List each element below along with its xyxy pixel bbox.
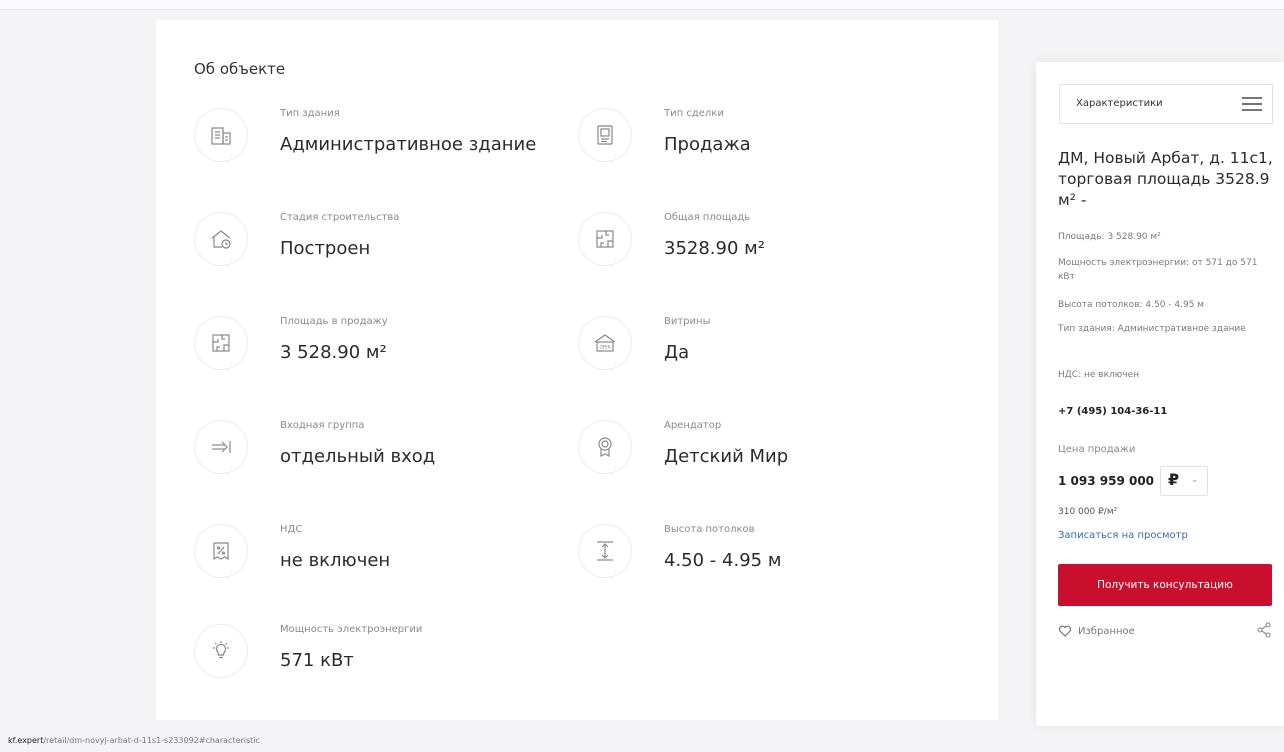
feature-value: Административное здание bbox=[280, 134, 537, 155]
price-label: Цена продажи bbox=[1058, 444, 1136, 455]
share-icon[interactable] bbox=[1256, 622, 1272, 638]
feature-value: 571 кВт bbox=[280, 650, 354, 671]
storefront-open-icon: OPEN bbox=[578, 316, 632, 370]
feature-label: Общая площадь bbox=[664, 212, 751, 223]
light-bulb-icon bbox=[194, 624, 248, 678]
phone-number[interactable]: +7 (495) 104-36-11 bbox=[1058, 406, 1167, 417]
feature-vat: НДС не включен bbox=[194, 524, 554, 594]
feature-ceiling-height: Высота потолков 4.50 - 4.95 м bbox=[578, 524, 938, 594]
feature-power: Мощность электроэнергии 571 кВт bbox=[194, 624, 554, 694]
heart-icon bbox=[1058, 625, 1072, 637]
contract-document-icon bbox=[578, 108, 632, 162]
info-ceiling: Высота потолков: 4.50 - 4.95 м bbox=[1058, 300, 1205, 310]
info-building-type: Тип здания: Административное здание bbox=[1058, 324, 1246, 334]
feature-label: Арендатор bbox=[664, 420, 722, 431]
office-building-icon bbox=[194, 108, 248, 162]
section-title: Об объекте bbox=[194, 60, 286, 78]
status-bar-url: kf.expert/retail/dm-novyj-arbat-d-11s1-s… bbox=[0, 730, 350, 752]
feature-label: Входная группа bbox=[280, 420, 365, 431]
hamburger-menu-icon[interactable] bbox=[1242, 97, 1262, 111]
info-power: Мощность электроэнергии: от 571 до 571 к… bbox=[1058, 258, 1258, 282]
url-host: kf.expert bbox=[8, 736, 44, 745]
feature-entrance: Входная группа отдельный вход bbox=[194, 420, 554, 490]
characteristics-select[interactable]: Характеристики bbox=[1059, 84, 1273, 124]
feature-building-type: Тип здания Административное здание bbox=[194, 108, 554, 178]
feature-storefronts: OPEN Витрины Да bbox=[578, 316, 938, 386]
feature-deal-type: Тип сделки Продажа bbox=[578, 108, 938, 178]
schedule-viewing-link[interactable]: Записаться на просмотр bbox=[1058, 530, 1188, 541]
feature-label: Стадия строительства bbox=[280, 212, 400, 223]
feature-value: отдельный вход bbox=[280, 446, 436, 467]
top-divider bbox=[0, 0, 1284, 10]
feature-value: Продажа bbox=[664, 134, 751, 155]
sidebar-card: Характеристики ДМ, Новый Арбат, д. 11с1,… bbox=[1036, 62, 1284, 726]
floor-plan-icon bbox=[578, 212, 632, 266]
percent-receipt-icon bbox=[194, 524, 248, 578]
favorites-label: Избранное bbox=[1078, 625, 1135, 637]
chevron-down-icon: ⌄ bbox=[1191, 475, 1199, 485]
price-per-meter: 310 000 ₽/м² bbox=[1058, 507, 1118, 517]
feature-label: Тип сделки bbox=[664, 108, 724, 119]
house-clock-icon bbox=[194, 212, 248, 266]
entrance-arrow-icon bbox=[194, 420, 248, 474]
feature-total-area: Общая площадь 3528.90 м² bbox=[578, 212, 938, 282]
price-value: 1 093 959 000 bbox=[1058, 474, 1155, 488]
feature-value: Детский Мир bbox=[664, 446, 789, 467]
url-path: /retail/dm-novyj-arbat-d-11s1-s233092#ch… bbox=[43, 736, 260, 745]
feature-value: Построен bbox=[280, 238, 371, 259]
feature-label: Высота потолков bbox=[664, 524, 755, 535]
feature-value: не включен bbox=[280, 550, 391, 571]
floor-plan-icon bbox=[194, 316, 248, 370]
feature-value: 4.50 - 4.95 м bbox=[664, 550, 782, 571]
object-details-card: Об объекте Тип здания Административное з… bbox=[156, 20, 998, 720]
get-consultation-button[interactable]: Получить консультацию bbox=[1058, 564, 1272, 606]
feature-construction-stage: Стадия строительства Построен bbox=[194, 212, 554, 282]
favorites-button[interactable]: Избранное bbox=[1058, 624, 1135, 638]
info-area: Площадь: 3 528.90 м² bbox=[1058, 232, 1161, 242]
svg-text:OPEN: OPEN bbox=[599, 345, 610, 350]
feature-value: Да bbox=[664, 342, 690, 363]
feature-label: Тип здания bbox=[280, 108, 340, 119]
feature-label: Площадь в продажу bbox=[280, 316, 388, 327]
feature-label: Мощность электроэнергии bbox=[280, 624, 423, 635]
currency-select[interactable]: ₽ ⌄ bbox=[1160, 466, 1208, 496]
object-title: ДМ, Новый Арбат, д. 11с1, торговая площа… bbox=[1058, 149, 1273, 209]
info-vat: НДС: не включен bbox=[1058, 370, 1140, 380]
feature-label: Витрины bbox=[664, 316, 711, 327]
feature-sale-area: Площадь в продажу 3 528.90 м² bbox=[194, 316, 554, 386]
characteristics-select-label: Характеристики bbox=[1076, 98, 1163, 109]
feature-label: НДС bbox=[280, 524, 303, 535]
currency-symbol: ₽ bbox=[1168, 470, 1180, 489]
tenant-badge-icon bbox=[578, 420, 632, 474]
ceiling-height-icon bbox=[578, 524, 632, 578]
feature-value: 3 528.90 м² bbox=[280, 342, 387, 363]
feature-value: 3528.90 м² bbox=[664, 238, 765, 259]
feature-tenant: Арендатор Детский Мир bbox=[578, 420, 938, 490]
